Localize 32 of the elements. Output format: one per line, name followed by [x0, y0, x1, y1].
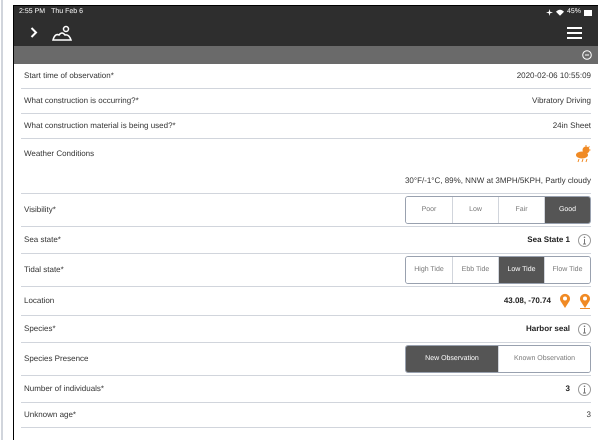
location-value: 43.08, -70.74 — [504, 295, 551, 307]
info-icon[interactable] — [578, 382, 591, 396]
field-value: 2020-02-06 10:55:09 — [516, 70, 591, 82]
field-label: What construction is occurring?* — [23, 95, 139, 107]
field-label: What construction material is being used?* — [23, 120, 176, 132]
field-label: Number of individuals* — [23, 383, 104, 395]
field-label: Species* — [23, 323, 56, 335]
pin-target-icon[interactable] — [579, 293, 591, 309]
field-label: Start time of observation* — [23, 70, 114, 82]
weather-icon — [575, 145, 591, 163]
field-label: Visibility* — [23, 204, 56, 216]
field-value: 24in Sheet — [552, 120, 591, 132]
battery-icon — [584, 10, 593, 16]
field-value: Harbor seal — [526, 323, 570, 335]
field-label: Weather Conditions — [23, 148, 94, 160]
chevron-right-icon[interactable] — [30, 27, 38, 38]
info-icon[interactable] — [578, 234, 591, 246]
airplane-icon — [546, 9, 553, 16]
field-label: Species Presence — [23, 353, 88, 365]
field-value: 3 — [586, 409, 591, 421]
menu-icon[interactable] — [567, 26, 582, 38]
collapse-icon[interactable] — [582, 50, 592, 60]
field-label: Sea state* — [23, 234, 61, 246]
wifi-icon — [556, 9, 564, 16]
info-icon[interactable] — [578, 322, 591, 336]
field-label: Unknown age* — [23, 409, 76, 421]
field-value: Vibratory Driving — [532, 95, 591, 107]
field-label: Location — [23, 295, 54, 307]
field-value: 3 — [566, 383, 570, 395]
weather-summary: 30°F/-1°C, 89%, NNW at 3MPH/5KPH, Partly cloudy — [404, 175, 591, 187]
field-value: Sea State 1 — [527, 234, 570, 246]
field-label: Tidal state* — [23, 264, 64, 276]
